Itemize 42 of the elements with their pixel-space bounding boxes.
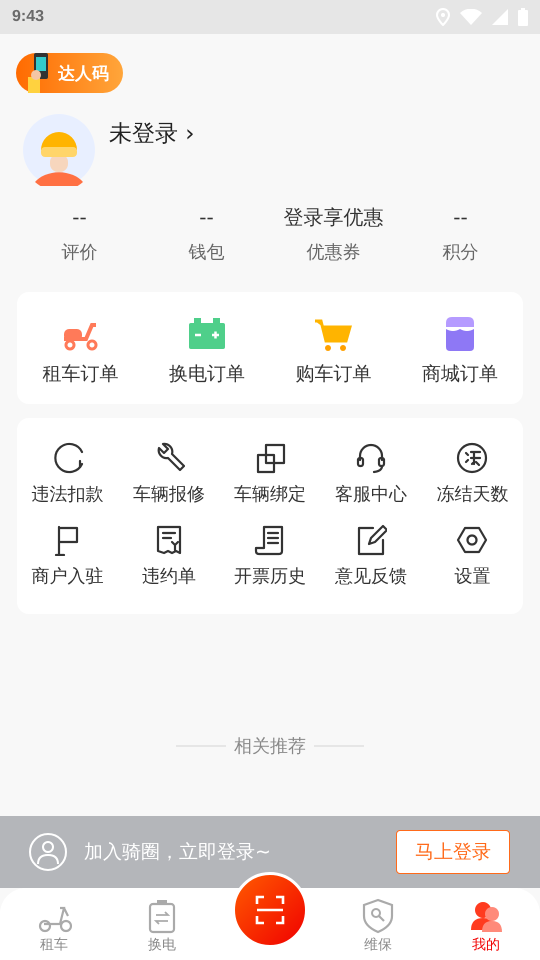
nav-tab[interactable]: 租车: [0, 898, 108, 954]
stat-label[interactable]: 评价: [62, 240, 98, 264]
service-item[interactable]: 意见反馈: [320, 524, 422, 588]
edit-icon: [355, 524, 388, 556]
order-item[interactable]: 换电订单: [144, 314, 270, 388]
service-item[interactable]: 车辆绑定: [219, 442, 321, 506]
order-item[interactable]: 购车订单: [270, 314, 396, 388]
stat-value: 登录享优惠: [284, 204, 384, 230]
service-item[interactable]: 开票历史: [219, 524, 321, 588]
frozen-circle-icon: [456, 442, 488, 474]
service-item[interactable]: 违法扣款: [17, 442, 118, 506]
nav-tab[interactable]: 维保: [324, 898, 432, 954]
service-item[interactable]: 设置: [422, 524, 523, 588]
stat-label[interactable]: 优惠券: [306, 240, 360, 264]
location-icon: [436, 8, 450, 26]
stat-value: --: [199, 204, 214, 230]
document-icon: [254, 524, 286, 556]
scan-icon: [255, 895, 285, 925]
service-item[interactable]: 违约单: [118, 524, 220, 588]
stat-value: --: [72, 204, 87, 230]
service-item[interactable]: 冻结天数: [422, 442, 523, 506]
nav-tab[interactable]: 换电: [108, 898, 216, 954]
login-prompt-link[interactable]: 未登录 ›: [109, 118, 195, 149]
order-item[interactable]: 租车订单: [17, 314, 144, 388]
signal-icon: [492, 9, 508, 25]
login-invite-text: 加入骑圈，立即登录~: [84, 840, 271, 865]
user-icon: [28, 832, 68, 872]
status-time: 9:43: [12, 8, 44, 26]
service-item[interactable]: 商户入驻: [17, 524, 118, 588]
headset-icon: [355, 442, 388, 474]
section-heading: 相关推荐: [234, 735, 306, 758]
service-item[interactable]: 客服中心: [320, 442, 422, 506]
wifi-icon: [460, 9, 482, 25]
nav-tab[interactable]: 我的: [432, 898, 540, 954]
order-item[interactable]: 商城订单: [396, 314, 523, 388]
service-item[interactable]: 车辆报修: [118, 442, 220, 506]
stat-label[interactable]: 钱包: [188, 240, 224, 264]
avatar-icon: [23, 114, 95, 186]
stat-value: --: [453, 204, 468, 230]
stat-label[interactable]: 积分: [442, 240, 478, 264]
battery-icon: [518, 8, 528, 26]
settings-icon: [456, 524, 488, 556]
